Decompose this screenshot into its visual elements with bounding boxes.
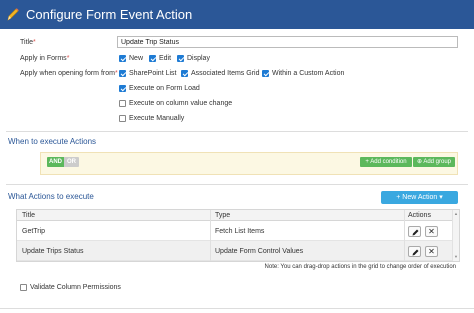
dialog-header: Configure Form Event Action xyxy=(0,0,474,29)
sharepoint-list-label: SharePoint List xyxy=(129,70,177,77)
associated-items-grid-checkbox[interactable] xyxy=(181,70,188,77)
associated-items-grid-label: Associated Items Grid xyxy=(191,70,260,77)
edit-checkbox[interactable] xyxy=(149,55,156,62)
add-condition-button[interactable]: + Add condition xyxy=(360,157,412,167)
divider xyxy=(6,184,468,185)
table-row[interactable]: Update Trips Status Update Form Control … xyxy=(17,241,459,261)
edit-action-button[interactable] xyxy=(408,226,421,237)
column-divider xyxy=(404,210,405,261)
edit-checkbox-label: Edit xyxy=(159,55,172,62)
apply-opening-label: Apply when opening form from* xyxy=(20,70,118,77)
scroll-up-icon[interactable]: ▲ xyxy=(453,212,459,216)
title-label: Title* xyxy=(20,39,36,46)
execute-on-change-label: Execute on column value change xyxy=(129,100,233,107)
row-type: Fetch List Items xyxy=(215,228,265,235)
actions-section-title: What Actions to execute xyxy=(8,192,94,201)
when-section-title: When to execute Actions xyxy=(8,137,97,146)
display-checkbox[interactable] xyxy=(177,55,184,62)
title-input[interactable] xyxy=(117,36,458,48)
validate-permissions-label: Validate Column Permissions xyxy=(30,284,121,291)
plus-circle-icon: ⊕ xyxy=(416,159,422,165)
new-checkbox-label: New xyxy=(129,55,144,62)
column-header-title[interactable]: Title xyxy=(22,211,35,220)
and-toggle[interactable]: AND xyxy=(47,157,64,167)
apply-forms-label: Apply in Forms* xyxy=(20,55,70,62)
divider xyxy=(0,308,474,309)
pencil-icon xyxy=(7,8,19,21)
sharepoint-list-checkbox[interactable] xyxy=(119,70,126,77)
row-title: Update Trips Status xyxy=(22,248,84,255)
execute-manually-label: Execute Manually xyxy=(129,115,185,122)
divider xyxy=(6,131,468,132)
new-checkbox[interactable] xyxy=(119,55,126,62)
validate-permissions-checkbox[interactable] xyxy=(20,284,27,291)
execute-on-change-checkbox[interactable] xyxy=(119,100,126,107)
pencil-icon xyxy=(412,249,419,256)
column-header-type[interactable]: Type xyxy=(215,211,230,220)
scroll-down-icon[interactable]: ▼ xyxy=(453,255,459,259)
execute-manually-checkbox[interactable] xyxy=(119,115,126,122)
delete-action-button[interactable]: ✕ xyxy=(425,226,438,237)
row-title: GetTrip xyxy=(22,228,46,235)
edit-action-button[interactable] xyxy=(408,246,421,257)
custom-action-checkbox[interactable] xyxy=(262,70,269,77)
caret-down-icon: ▾ xyxy=(439,194,443,201)
custom-action-label: Within a Custom Action xyxy=(272,70,345,77)
row-type: Update Form Control Values xyxy=(215,248,304,255)
column-header-actions: Actions xyxy=(408,212,431,219)
column-divider xyxy=(210,210,211,261)
grid-header: Title Type Actions xyxy=(17,210,459,221)
actions-grid: Title Type Actions GetTrip Fetch List It… xyxy=(16,209,460,262)
plus-icon: + xyxy=(365,159,369,165)
pencil-icon xyxy=(412,229,419,236)
drag-drop-note: Note: You can drag-drop actions in the g… xyxy=(264,264,456,270)
execute-on-load-label: Execute on Form Load xyxy=(129,85,200,92)
delete-action-button[interactable]: ✕ xyxy=(425,246,438,257)
close-icon: ✕ xyxy=(428,247,435,256)
dialog-title: Configure Form Event Action xyxy=(26,7,193,22)
add-group-button[interactable]: ⊕ Add group xyxy=(413,157,455,167)
new-action-button[interactable]: + New Action ▾ xyxy=(381,191,458,204)
plus-icon: + xyxy=(396,194,401,201)
or-toggle[interactable]: OR xyxy=(64,157,79,167)
execute-on-load-checkbox[interactable] xyxy=(119,85,126,92)
close-icon: ✕ xyxy=(428,227,435,236)
table-row[interactable]: GetTrip Fetch List Items xyxy=(17,221,459,241)
display-checkbox-label: Display xyxy=(187,55,210,62)
